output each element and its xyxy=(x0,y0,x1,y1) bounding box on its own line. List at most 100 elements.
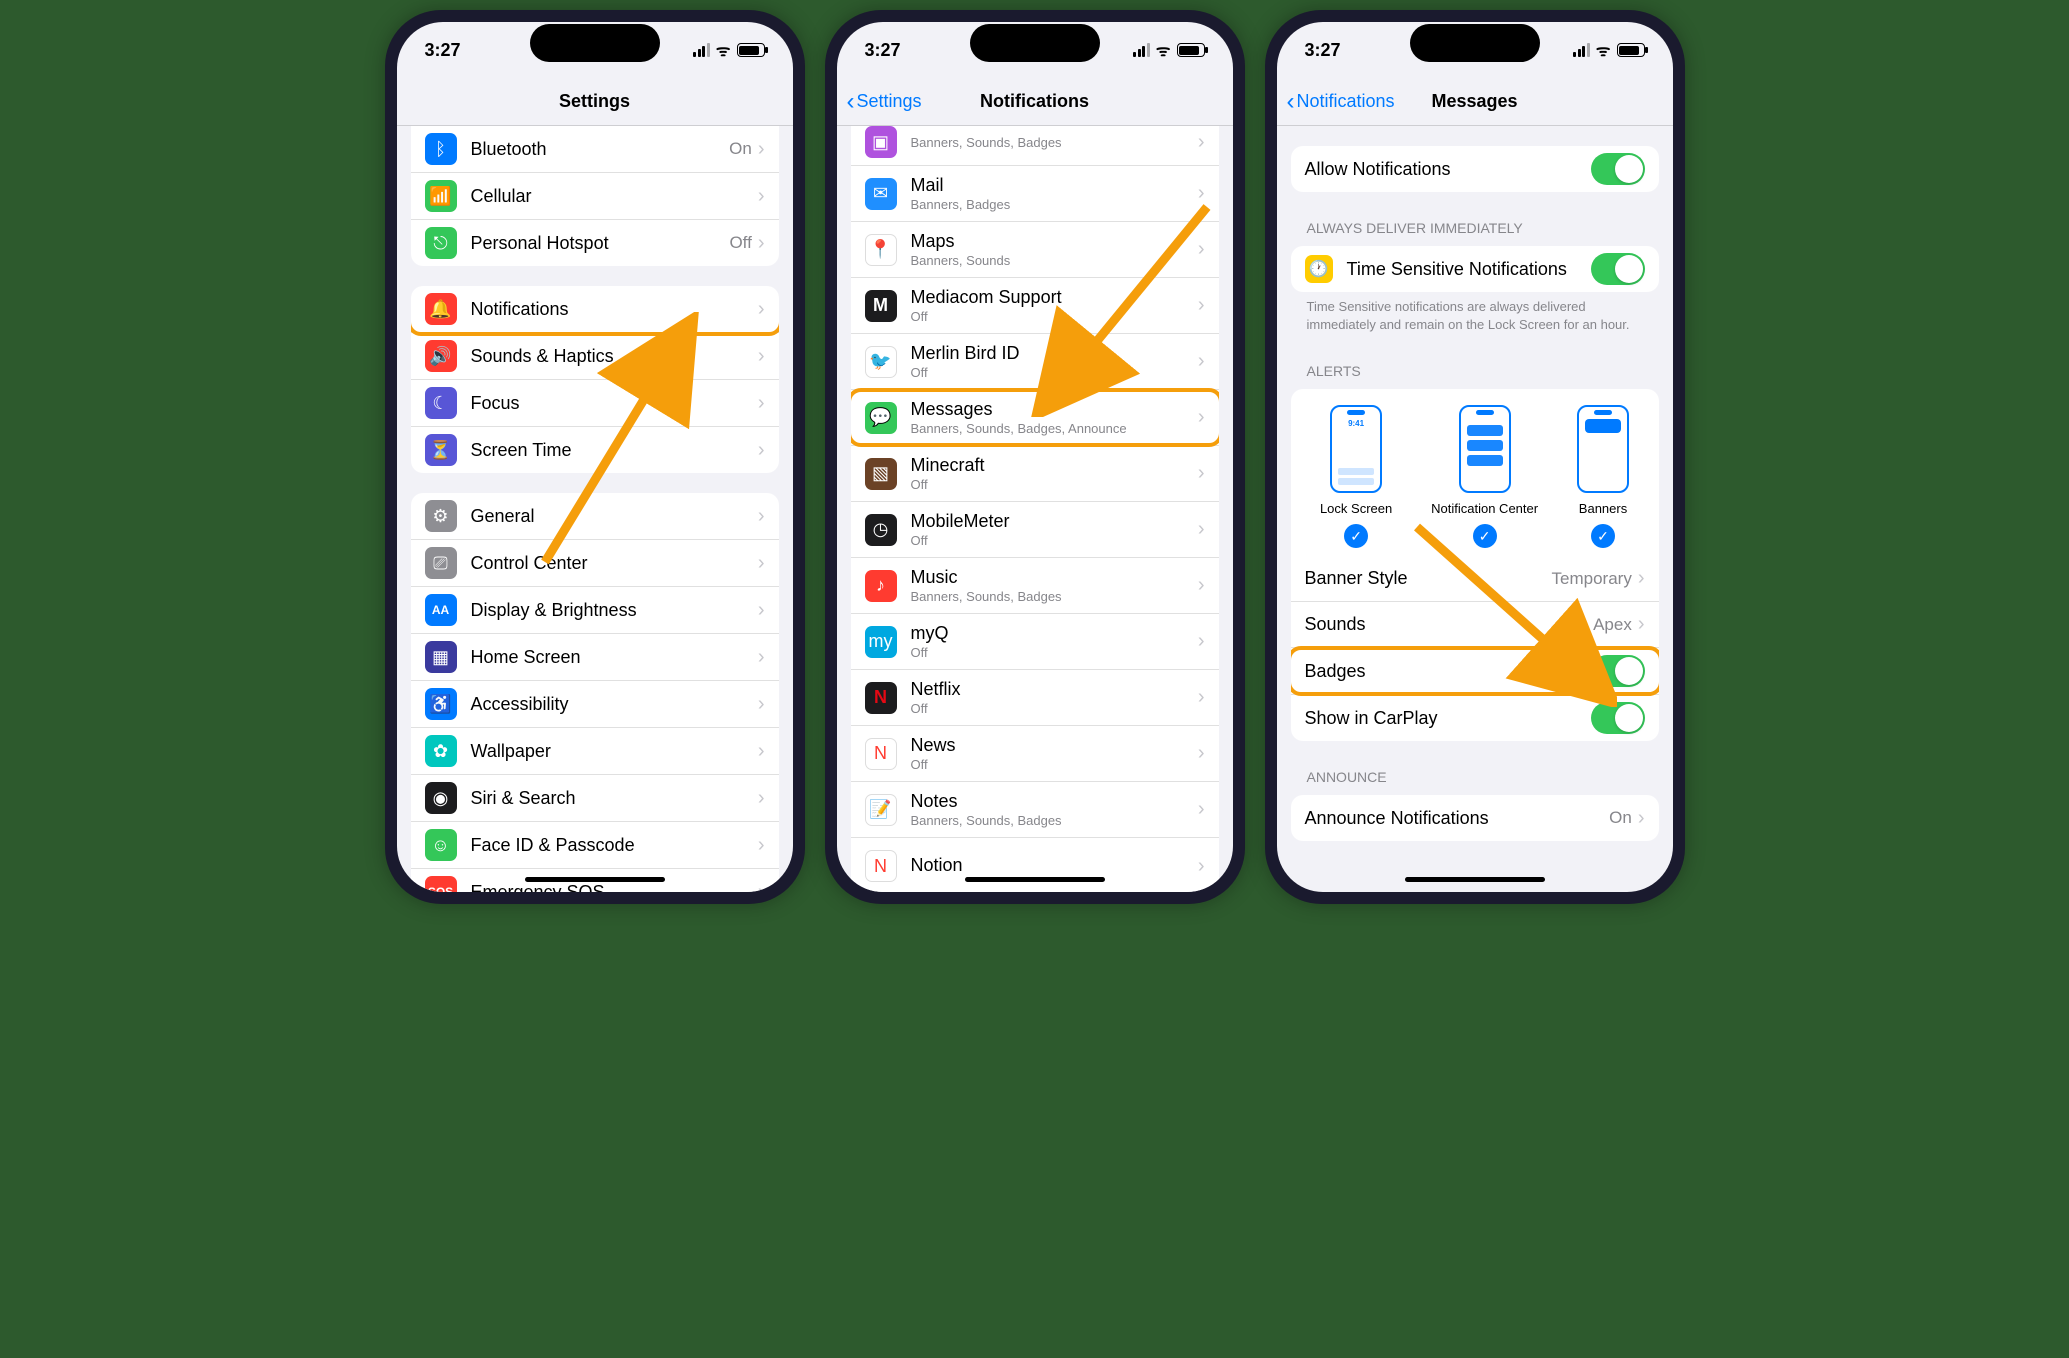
cell-subtitle: Off xyxy=(911,309,1198,324)
maps-icon: 📍 xyxy=(865,234,897,266)
settings-row-notifications[interactable]: 🔔Notifications› xyxy=(411,286,779,333)
battery-icon xyxy=(737,43,765,57)
settings-row-control-center[interactable]: ⎚Control Center› xyxy=(411,540,779,587)
chevron-right-icon: › xyxy=(1198,574,1205,597)
cell-label: Mail xyxy=(911,175,1198,196)
carplay-row[interactable]: Show in CarPlay xyxy=(1291,695,1659,741)
status-time: 3:27 xyxy=(865,40,901,61)
app-row-mail[interactable]: ✉MailBanners, Badges› xyxy=(851,166,1219,222)
app-row-myq[interactable]: mymyQOff› xyxy=(851,614,1219,670)
chevron-right-icon: › xyxy=(758,599,765,622)
app-row-minecraft[interactable]: ▧MinecraftOff› xyxy=(851,446,1219,502)
app-row-notes[interactable]: 📝NotesBanners, Sounds, Badges› xyxy=(851,782,1219,838)
notification-center-preview-icon xyxy=(1459,405,1511,493)
annotation-highlight xyxy=(411,286,779,336)
notion-icon: N xyxy=(865,850,897,882)
allow-toggle[interactable] xyxy=(1591,153,1645,185)
cell-label: Control Center xyxy=(471,553,588,574)
status-time: 3:27 xyxy=(1305,40,1341,61)
cell-label: Face ID & Passcode xyxy=(471,835,635,856)
settings-row-siri-search[interactable]: ◉Siri & Search› xyxy=(411,775,779,822)
settings-row-face-id-passcode[interactable]: ☺ Face ID & Passcode › xyxy=(411,822,779,869)
alert-banners[interactable]: Banners ✓ xyxy=(1577,405,1629,548)
settings-row-focus[interactable]: ☾Focus› xyxy=(411,380,779,427)
back-button[interactable]: ‹ Settings xyxy=(847,88,922,116)
cell-subtitle: Banners, Badges xyxy=(911,197,1198,212)
grid-icon: ▦ xyxy=(425,641,457,673)
settings-row-home-screen[interactable]: ▦Home Screen› xyxy=(411,634,779,681)
time-sensitive-label: Time Sensitive Notifications xyxy=(1347,259,1567,280)
cell-subtitle: Banners, Sounds, Badges, Announce xyxy=(911,421,1198,436)
app-row-merlin-bird-id[interactable]: 🐦Merlin Bird IDOff› xyxy=(851,334,1219,390)
chevron-right-icon: › xyxy=(1198,798,1205,821)
siri-icon: ◉ xyxy=(425,782,457,814)
cell-label: Accessibility xyxy=(471,694,569,715)
alert-lock-screen[interactable]: 9:41 Lock Screen ✓ xyxy=(1320,405,1392,548)
cell-label: Maps xyxy=(911,231,1198,252)
chevron-right-icon: › xyxy=(758,693,765,716)
chevron-right-icon: › xyxy=(758,834,765,857)
cell-label: Sounds & Haptics xyxy=(471,346,614,367)
netflix-icon: N xyxy=(865,682,897,714)
chevron-right-icon: › xyxy=(758,392,765,415)
chevron-right-icon: › xyxy=(758,298,765,321)
allow-label: Allow Notifications xyxy=(1305,159,1451,180)
chevron-right-icon: › xyxy=(1198,518,1205,541)
settings-row-wallpaper[interactable]: ✿Wallpaper› xyxy=(411,728,779,775)
cell-label: Notifications xyxy=(471,299,569,320)
sounds-row[interactable]: Sounds Apex› xyxy=(1291,602,1659,648)
app-row-maps[interactable]: 📍MapsBanners, Sounds› xyxy=(851,222,1219,278)
badges-toggle[interactable] xyxy=(1591,655,1645,687)
wifi-icon: ᯤ xyxy=(1156,39,1171,61)
cell-label: Screen Time xyxy=(471,440,572,461)
app-row-messages[interactable]: 💬MessagesBanners, Sounds, Badges, Announ… xyxy=(851,390,1219,446)
app-row-news[interactable]: NNewsOff› xyxy=(851,726,1219,782)
time-sensitive-toggle[interactable] xyxy=(1591,253,1645,285)
mobilemeter-icon: ◷ xyxy=(865,514,897,546)
phone-frame-1: 3:27 ᯤ Settings ᛒBluetoothOn›📶Cellular›⎋… xyxy=(385,10,805,904)
chevron-left-icon: ‹ xyxy=(847,88,855,116)
settings-row-sounds-haptics[interactable]: 🔊Sounds & Haptics› xyxy=(411,333,779,380)
cell-subtitle: Banners, Sounds, Badges xyxy=(911,135,1198,150)
settings-row-personal-hotspot[interactable]: ⎋Personal HotspotOff› xyxy=(411,220,779,266)
faceid-icon: ☺ xyxy=(425,829,457,861)
announce-row[interactable]: Announce Notifications On› xyxy=(1291,795,1659,841)
time-sensitive-row[interactable]: 🕐 Time Sensitive Notifications xyxy=(1291,246,1659,292)
app-row-app[interactable]: ▣Banners, Sounds, Badges› xyxy=(851,126,1219,166)
alerts-options: 9:41 Lock Screen ✓ Notification Center ✓ xyxy=(1291,389,1659,556)
chevron-right-icon: › xyxy=(1198,350,1205,373)
cell-label: Netflix xyxy=(911,679,1198,700)
settings-row-screen-time[interactable]: ⏳Screen Time› xyxy=(411,427,779,473)
cell-label: Personal Hotspot xyxy=(471,233,609,254)
app-row-music[interactable]: ♪MusicBanners, Sounds, Badges› xyxy=(851,558,1219,614)
carplay-toggle[interactable] xyxy=(1591,702,1645,734)
cell-subtitle: Off xyxy=(911,477,1198,492)
cell-label: MobileMeter xyxy=(911,511,1198,532)
checkmark-icon: ✓ xyxy=(1473,524,1497,548)
allow-notifications-row[interactable]: Allow Notifications xyxy=(1291,146,1659,192)
hourglass-icon: ⏳ xyxy=(425,434,457,466)
settings-row-display-brightness[interactable]: AADisplay & Brightness› xyxy=(411,587,779,634)
cell-label: General xyxy=(471,506,535,527)
home-indicator xyxy=(525,877,665,882)
chevron-right-icon: › xyxy=(758,185,765,208)
settings-row-bluetooth[interactable]: ᛒBluetoothOn› xyxy=(411,126,779,173)
alert-notification-center[interactable]: Notification Center ✓ xyxy=(1431,405,1538,548)
app-row-mediacom-support[interactable]: MMediacom SupportOff› xyxy=(851,278,1219,334)
app-row-mobilemeter[interactable]: ◷MobileMeterOff› xyxy=(851,502,1219,558)
chevron-right-icon: › xyxy=(1198,406,1205,429)
cell-label: Bluetooth xyxy=(471,139,547,160)
dynamic-island xyxy=(970,24,1100,62)
chevron-right-icon: › xyxy=(758,646,765,669)
app-row-netflix[interactable]: NNetflixOff› xyxy=(851,670,1219,726)
badges-row[interactable]: Badges xyxy=(1291,648,1659,695)
myq-icon: my xyxy=(865,626,897,658)
settings-row-cellular[interactable]: 📶Cellular› xyxy=(411,173,779,220)
back-button[interactable]: ‹ Notifications xyxy=(1287,88,1395,116)
settings-row-accessibility[interactable]: ♿Accessibility› xyxy=(411,681,779,728)
chevron-right-icon: › xyxy=(1638,807,1645,830)
banner-style-row[interactable]: Banner Style Temporary› xyxy=(1291,556,1659,602)
app-row-notion[interactable]: NNotion› xyxy=(851,838,1219,892)
checkmark-icon: ✓ xyxy=(1591,524,1615,548)
settings-row-general[interactable]: ⚙General› xyxy=(411,493,779,540)
